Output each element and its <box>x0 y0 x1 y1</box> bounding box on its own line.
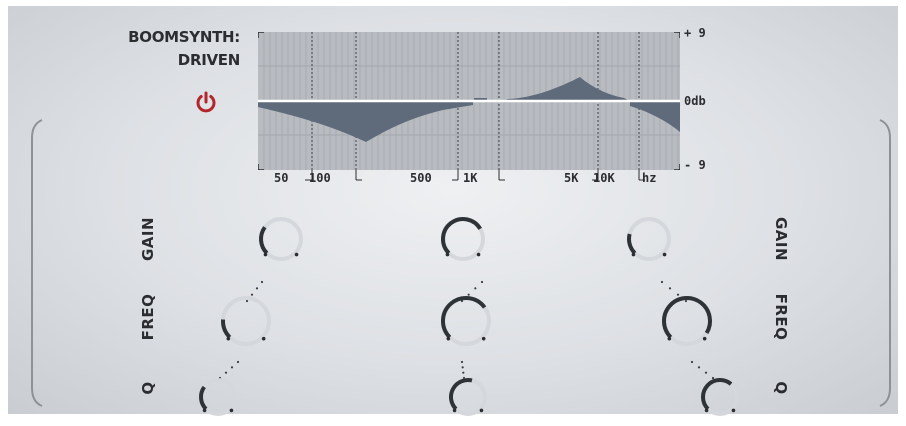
y-min-label: - 9 <box>684 158 706 172</box>
y-max-label: + 9 <box>684 26 706 40</box>
knob-value-arc <box>199 385 208 411</box>
knob-value-arc <box>662 296 712 339</box>
band2-q-knob[interactable] <box>444 373 492 426</box>
y-zero-label: 0db <box>684 94 706 108</box>
band1-freq-knob[interactable] <box>216 291 276 356</box>
knob-dial <box>221 296 271 346</box>
knob-value-arc <box>441 217 482 255</box>
band2-freq-knob[interactable] <box>436 291 496 356</box>
band1-gain-knob[interactable] <box>254 212 308 271</box>
x-axis-ticks <box>305 170 645 181</box>
knob-dial <box>441 296 491 346</box>
power-icon <box>196 91 216 113</box>
q-label-left: Q <box>139 381 157 395</box>
band1-q-knob[interactable] <box>194 373 242 426</box>
eq-panel: BOOMSYNTH: DRIVEN + 9 0db - 9 50 100 500… <box>8 6 898 416</box>
preset-title-line2: DRIVEN <box>177 51 241 69</box>
right-bracket <box>879 119 891 407</box>
power-button[interactable] <box>194 90 218 114</box>
freq-label-right: FREQ <box>772 293 790 341</box>
band3-freq-knob[interactable] <box>657 291 717 356</box>
knob-dial <box>441 217 485 261</box>
preset-title-line1: BOOMSYNTH: <box>128 28 240 46</box>
knob-dial <box>449 378 487 416</box>
gain-label-left: GAIN <box>139 216 157 262</box>
band3-q-knob[interactable] <box>696 373 744 426</box>
band3-gain-knob[interactable] <box>622 212 676 271</box>
band2-gain-knob[interactable] <box>436 212 490 271</box>
knob-value-arc <box>221 319 232 339</box>
freq-label-left: FREQ <box>139 293 157 341</box>
knob-dial <box>662 296 712 346</box>
knob-dial <box>701 378 739 416</box>
gain-label-right: GAIN <box>772 216 790 262</box>
knob-dial <box>259 217 303 261</box>
knob-dial <box>199 378 237 416</box>
knob-value-arc <box>627 233 637 255</box>
left-bracket <box>31 119 43 407</box>
eq-curve-display <box>257 31 681 171</box>
knob-value-arc <box>259 226 269 255</box>
knob-value-arc <box>449 378 473 411</box>
knob-value-arc <box>701 378 733 411</box>
q-label-right: Q <box>772 381 790 395</box>
knob-value-arc <box>441 296 487 339</box>
knob-dial <box>627 217 671 261</box>
